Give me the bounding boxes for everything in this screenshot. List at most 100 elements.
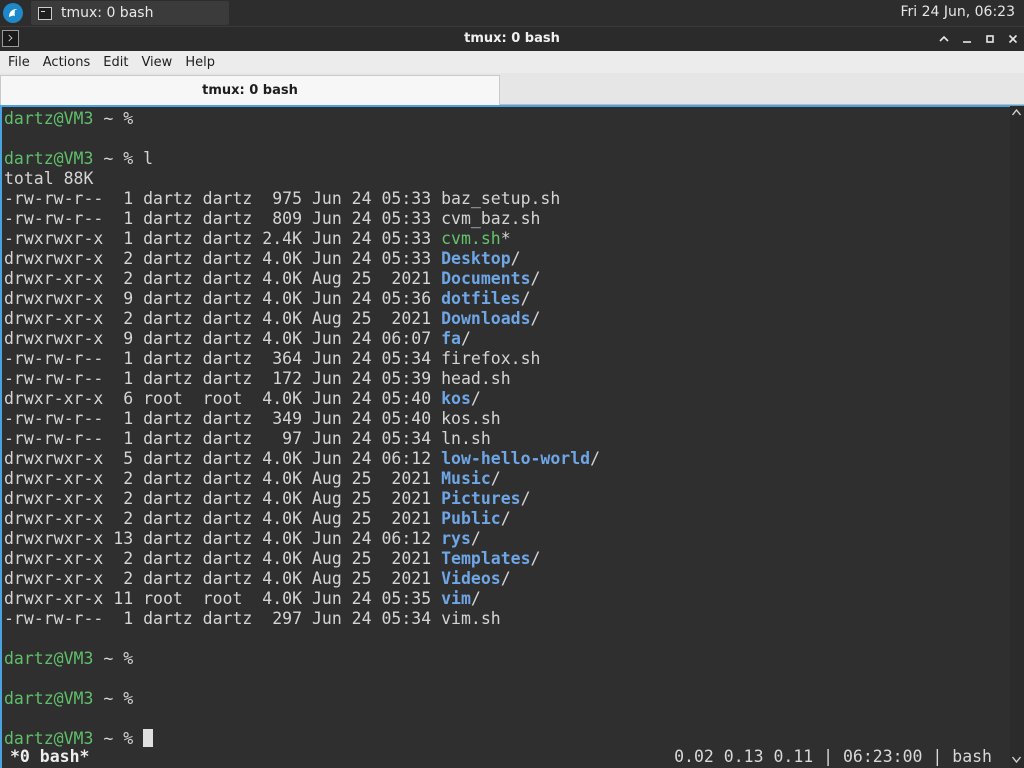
ls-entry: drwxr-xr-x 2 dartz dartz 4.0K Aug 25 202…: [4, 549, 1006, 569]
ls-entry-name: Downloads: [441, 309, 531, 328]
ls-entry-meta: drwxrwxr-x 9 dartz dartz 4.0K Jun 24 06:…: [4, 329, 442, 348]
close-button[interactable]: [1003, 29, 1023, 49]
ls-entry: drwxrwxr-x 13 dartz dartz 4.0K Jun 24 06…: [4, 529, 1006, 549]
ls-entry: -rwxrwxr-x 1 dartz dartz 2.4K Jun 24 05:…: [4, 229, 1006, 249]
prompt-user: dartz: [4, 649, 54, 668]
ls-entry: drwxr-xr-x 11 root root 4.0K Jun 24 05:3…: [4, 589, 1006, 609]
menu-edit[interactable]: Edit: [98, 55, 133, 70]
ls-entry-suffix: /: [530, 549, 541, 568]
ls-entry: -rw-rw-r-- 1 dartz dartz 172 Jun 24 05:3…: [4, 369, 1006, 389]
ls-entry-name: low-hello-world: [441, 449, 591, 468]
ls-entry-suffix: /: [530, 269, 541, 288]
tmux-window-list[interactable]: *0 bash*: [10, 747, 89, 767]
ls-entry: -rw-rw-r-- 1 dartz dartz 364 Jun 24 05:3…: [4, 349, 1006, 369]
tmux-status-bar: *0 bash* 0.02 0.13 0.11 | 06:23:00 | bas…: [2, 747, 1008, 767]
tab-tmux-bash[interactable]: tmux: 0 bash: [0, 75, 500, 105]
ls-entry-meta: drwxr-xr-x 2 dartz dartz 4.0K Aug 25 202…: [4, 549, 442, 568]
ls-entry: -rw-rw-r-- 1 dartz dartz 975 Jun 24 05:3…: [4, 189, 1006, 209]
ls-entry: drwxr-xr-x 2 dartz dartz 4.0K Aug 25 202…: [4, 509, 1006, 529]
ls-entry-meta: drwxr-xr-x 6 root root 4.0K Jun 24 05:40: [4, 389, 442, 408]
prompt-host: @VM3: [53, 729, 94, 748]
menu-help[interactable]: Help: [180, 55, 220, 70]
ls-entry-meta: drwxr-xr-x 11 root root 4.0K Jun 24 05:3…: [4, 589, 442, 608]
chevron-up-icon: [939, 35, 949, 42]
ls-entry: drwxrwxr-x 2 dartz dartz 4.0K Jun 24 05:…: [4, 249, 1006, 269]
ls-entry-suffix: /: [510, 249, 521, 268]
ls-entry-meta: -rw-rw-r-- 1 dartz dartz 975 Jun 24 05:3…: [4, 189, 442, 208]
prompt-dir: ~ %: [93, 689, 144, 708]
ls-entry-meta: drwxrwxr-x 9 dartz dartz 4.0K Jun 24 05:…: [4, 289, 442, 308]
ls-entry-name: Videos: [441, 569, 501, 588]
terminal-prompt-line: dartz@VM3 ~ %: [4, 109, 1006, 129]
prompt-user: dartz: [4, 689, 54, 708]
prompt-host: @VM3: [53, 649, 94, 668]
tab-bar: tmux: 0 bash: [0, 73, 1024, 105]
terminal-output: dartz@VM3 ~ % dartz@VM3 ~ % l total 88K -r…: [4, 109, 1006, 749]
ls-entry-suffix: /: [460, 329, 471, 348]
taskbar-window-button[interactable]: tmux: 0 bash: [31, 1, 229, 25]
ls-entry-suffix: /: [470, 589, 481, 608]
ls-entry-name: Documents: [441, 269, 531, 288]
menu-actions[interactable]: Actions: [38, 55, 96, 70]
prompt-command: l: [143, 149, 154, 168]
ls-entry-name: vim.sh: [441, 609, 501, 628]
maximize-icon: [986, 35, 994, 43]
tmux-status-right: 0.02 0.13 0.11 | 06:23:00 | bash: [674, 747, 992, 766]
ls-entry-meta: -rw-rw-r-- 1 dartz dartz 349 Jun 24 05:4…: [4, 409, 442, 428]
menu-file[interactable]: File: [3, 55, 35, 70]
ls-entry-name: head.sh: [441, 369, 511, 388]
prompt-dir: ~ %: [93, 149, 144, 168]
terminal-view[interactable]: dartz@VM3 ~ % dartz@VM3 ~ % l total 88K -r…: [0, 105, 1024, 768]
scroll-down-icon: [1012, 756, 1021, 763]
ls-entry-meta: drwxrwxr-x 5 dartz dartz 4.0K Jun 24 06:…: [4, 449, 442, 468]
ls-entry-suffix: /: [530, 309, 541, 328]
ls-entry-suffix: /: [470, 389, 481, 408]
maximize-button[interactable]: [980, 29, 1000, 49]
ls-entry: drwxr-xr-x 2 dartz dartz 4.0K Aug 25 202…: [4, 469, 1006, 489]
prompt-user: dartz: [4, 109, 54, 128]
ls-entry-meta: drwxr-xr-x 2 dartz dartz 4.0K Aug 25 202…: [4, 269, 442, 288]
ls-entry-meta: -rw-rw-r-- 1 dartz dartz 172 Jun 24 05:3…: [4, 369, 442, 388]
ls-entry-meta: -rw-rw-r-- 1 dartz dartz 97 Jun 24 05:34: [4, 429, 442, 448]
menu-view[interactable]: View: [136, 55, 177, 70]
terminal-prompt-line: dartz@VM3 ~ %: [4, 649, 1006, 669]
ls-entry-meta: drwxr-xr-x 2 dartz dartz 4.0K Aug 25 202…: [4, 309, 442, 328]
ls-entry: drwxr-xr-x 2 dartz dartz 4.0K Aug 25 202…: [4, 569, 1006, 589]
terminal-scrollbar[interactable]: [1010, 106, 1024, 768]
prompt-dir: ~ %: [93, 109, 144, 128]
ls-entry-suffix: /: [520, 489, 531, 508]
ls-entry: -rw-rw-r-- 1 dartz dartz 809 Jun 24 05:3…: [4, 209, 1006, 229]
ls-entry-meta: drwxrwxr-x 2 dartz dartz 4.0K Jun 24 05:…: [4, 249, 442, 268]
terminal-text-line: total 88K: [4, 169, 1006, 189]
window-titlebar[interactable]: tmux: 0 bash: [0, 26, 1024, 51]
close-icon: [1008, 34, 1018, 44]
shade-button[interactable]: [934, 29, 954, 49]
ls-entry: -rw-rw-r-- 1 dartz dartz 297 Jun 24 05:3…: [4, 609, 1006, 629]
ls-entry-meta: drwxr-xr-x 2 dartz dartz 4.0K Aug 25 202…: [4, 489, 442, 508]
ls-entry-name: cvm_baz.sh: [441, 209, 541, 228]
ls-entry-meta: drwxr-xr-x 2 dartz dartz 4.0K Aug 25 202…: [4, 469, 442, 488]
ls-entry: drwxrwxr-x 5 dartz dartz 4.0K Jun 24 06:…: [4, 449, 1006, 469]
ls-entry-name: kos.sh: [441, 409, 501, 428]
prompt-host: @VM3: [53, 149, 94, 168]
ls-entry-name: Desktop: [441, 249, 511, 268]
prompt-dir: ~ %: [93, 649, 144, 668]
terminal-prompt-line: dartz@VM3 ~ %: [4, 729, 1006, 749]
terminal-prompt-line: dartz@VM3 ~ %: [4, 689, 1006, 709]
minimize-button[interactable]: [957, 29, 977, 49]
ls-entry-name: vim: [441, 589, 471, 608]
panel-clock[interactable]: Fri 24 Jun, 06:23: [900, 4, 1015, 20]
ls-entry-suffix: /: [500, 569, 511, 588]
ls-entry-name: Music: [441, 469, 491, 488]
ls-entry-meta: drwxr-xr-x 2 dartz dartz 4.0K Aug 25 202…: [4, 509, 442, 528]
ls-entry-suffix: *: [500, 229, 511, 248]
prompt-user: dartz: [4, 149, 54, 168]
terminal-cursor: [143, 729, 154, 747]
menu-bar: File Actions Edit View Help: [0, 51, 1024, 73]
ls-entry-name: dotfiles: [441, 289, 521, 308]
ls-entry-meta: -rwxrwxr-x 1 dartz dartz 2.4K Jun 24 05:…: [4, 229, 442, 248]
distro-logo-icon[interactable]: [3, 3, 23, 23]
ls-entry-suffix: /: [490, 469, 501, 488]
